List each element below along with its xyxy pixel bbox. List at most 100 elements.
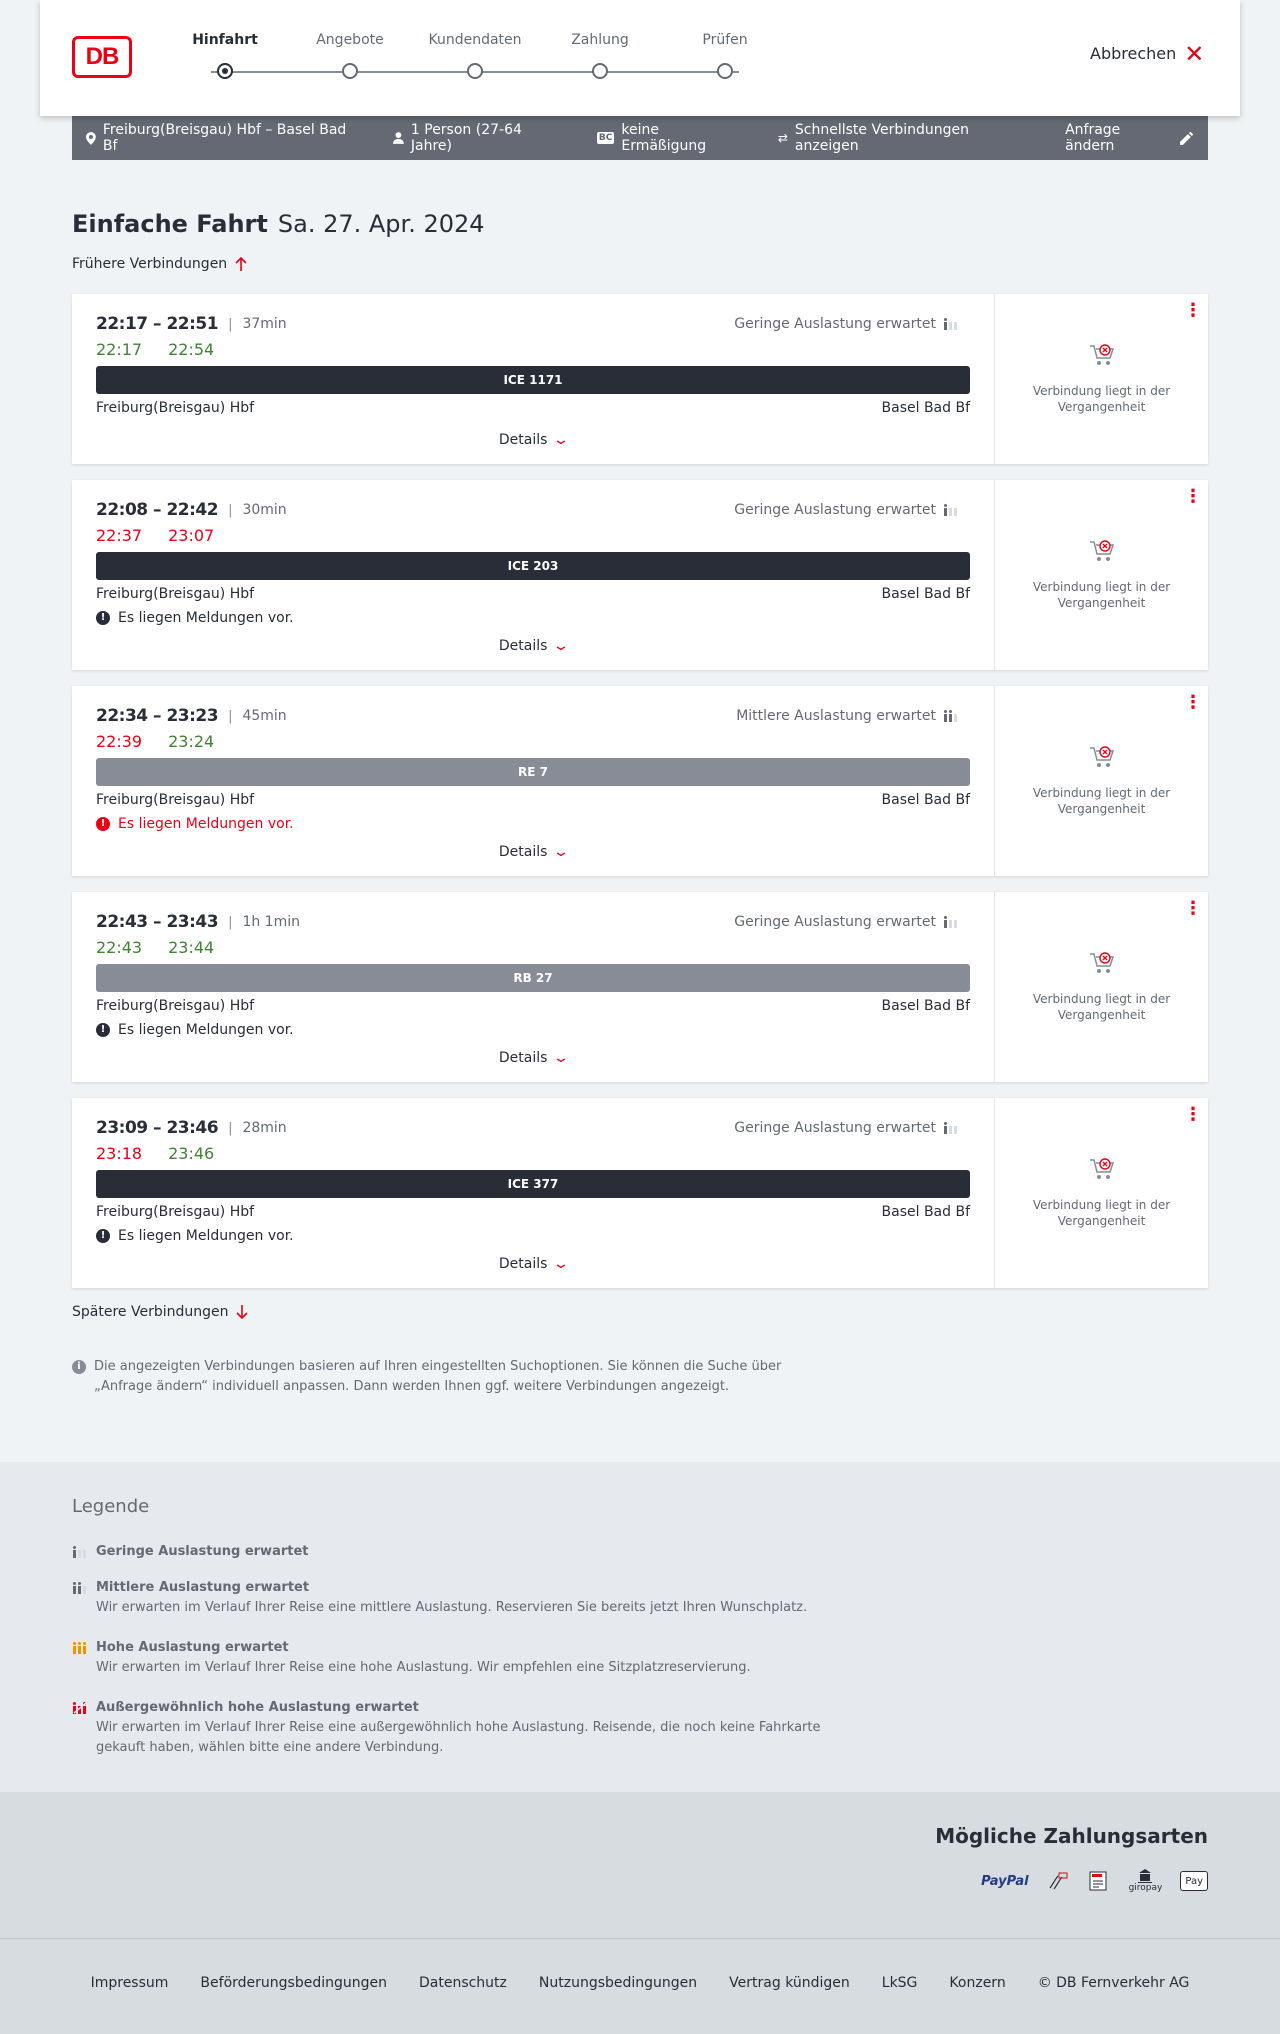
later-connections-link[interactable]: Spätere Verbindungen: [72, 1304, 249, 1320]
train-bar[interactable]: ICE 377: [96, 1170, 970, 1198]
load-indicator: Mittlere Auslastung erwartet: [736, 708, 958, 724]
realtime-departure: 22:37: [96, 526, 143, 545]
step-label: Prüfen: [702, 32, 748, 48]
edit-request-button[interactable]: Anfrage ändern: [1065, 122, 1194, 154]
alert-icon: !: [96, 817, 110, 831]
chevron-down-icon: ⌄: [552, 1256, 571, 1272]
destination-station: Basel Bad Bf: [881, 792, 970, 808]
origin-station: Freiburg(Breisgau) Hbf: [96, 1204, 255, 1220]
step-label: Zahlung: [571, 32, 629, 48]
footer-link-vertrag-kuendigen[interactable]: Vertrag kündigen: [729, 1975, 850, 1991]
chevron-down-icon: ⌄: [552, 432, 571, 448]
page-title: Einfache Fahrt Sa. 27. Apr. 2024: [72, 210, 485, 238]
load-text: Geringe Auslastung erwartet: [734, 316, 936, 332]
legend-item-high: Hohe Auslastung erwartet Wir erwarten im…: [72, 1638, 832, 1678]
earlier-connections-link[interactable]: Frühere Verbindungen: [72, 256, 247, 272]
past-status: Verbindung liegt in der Vergangenheit: [1032, 786, 1171, 816]
summary-route: Freiburg(Breisgau) Hbf – Basel Bad Bf: [86, 122, 361, 154]
footer-link-impressum[interactable]: Impressum: [91, 1975, 169, 1991]
connection-times: 23:09 – 23:46 | 28min: [96, 1118, 287, 1138]
footer-link-konzern[interactable]: Konzern: [949, 1975, 1005, 1991]
realtime-arrival: 23:44: [168, 938, 215, 957]
step-zahlung[interactable]: Zahlung: [545, 30, 655, 79]
legend-item-very-high: Außergewöhnlich hohe Auslastung erwartet…: [72, 1698, 832, 1758]
past-status: Verbindung liegt in der Vergangenheit: [1032, 580, 1171, 610]
stations: Freiburg(Breisgau) Hbf Basel Bad Bf: [96, 792, 970, 808]
edit-label: Anfrage ändern: [1065, 122, 1121, 154]
more-options-icon[interactable]: ⋮: [1184, 302, 1202, 320]
connection-card[interactable]: 23:09 – 23:46 | 28min Geringe Auslastung…: [72, 1098, 1208, 1288]
duration: 28min: [242, 1120, 287, 1136]
load-text: Mittlere Auslastung erwartet: [736, 708, 936, 724]
booking-stepper: Hinfahrt Angebote Kundendaten Zahlung Pr…: [170, 30, 780, 90]
step-dot: [342, 63, 358, 79]
load-indicator: Geringe Auslastung erwartet: [734, 316, 958, 332]
connection-card[interactable]: 22:43 – 23:43 | 1h 1min Geringe Auslastu…: [72, 892, 1208, 1082]
info-notice: i Die angezeigten Verbindungen basieren …: [72, 1357, 832, 1397]
chevron-down-icon: ⌄: [552, 638, 571, 654]
footer-link-befoerderungsbedingungen[interactable]: Beförderungsbedingungen: [200, 1975, 387, 1991]
message-text: Es liegen Meldungen vor.: [118, 1228, 294, 1244]
legend-item-medium: Mittlere Auslastung erwartet Wir erwarte…: [72, 1578, 832, 1618]
step-kundendaten[interactable]: Kundendaten: [420, 30, 530, 79]
summary-discount: BC keine Ermäßigung: [596, 122, 746, 154]
load-indicator: Geringe Auslastung erwartet: [734, 1120, 958, 1136]
origin-station: Freiburg(Breisgau) Hbf: [96, 400, 255, 416]
booking-panel: ⋮ Verbindung liegt in der Vergangenheit: [994, 686, 1208, 876]
realtime-times: 22:37 23:07: [96, 526, 214, 545]
giropay-text: giropay: [1128, 1883, 1163, 1893]
medium-load-icon: [73, 1582, 86, 1594]
train-bar[interactable]: ICE 203: [96, 552, 970, 580]
step-pruefen[interactable]: Prüfen: [670, 30, 780, 79]
details-toggle[interactable]: Details ⌄: [96, 638, 970, 654]
footer-link-datenschutz[interactable]: Datenschutz: [419, 1975, 507, 1991]
summary-option: ⇄ Schnellste Verbindungen anzeigen: [778, 122, 1033, 154]
connection-card[interactable]: 22:08 – 22:42 | 30min Geringe Auslastung…: [72, 480, 1208, 670]
cancel-button[interactable]: Abbrechen ✕: [1090, 39, 1240, 68]
cancel-label: Abbrechen: [1090, 44, 1177, 63]
train-bar[interactable]: RB 27: [96, 964, 970, 992]
destination-station: Basel Bad Bf: [881, 400, 970, 416]
legend-title: Legende: [72, 1496, 150, 1517]
step-angebote[interactable]: Angebote: [295, 30, 405, 79]
footer-link-nutzungsbedingungen[interactable]: Nutzungsbedingungen: [539, 1975, 697, 1991]
low-load-icon: [944, 318, 957, 330]
trip-date: Sa. 27. Apr. 2024: [277, 210, 485, 238]
more-options-icon[interactable]: ⋮: [1184, 694, 1202, 712]
step-hinfahrt[interactable]: Hinfahrt: [170, 30, 280, 79]
apple-pay-text: Pay: [1185, 1875, 1203, 1887]
paypal-text: PayPal: [981, 1873, 1029, 1889]
details-toggle[interactable]: Details ⌄: [96, 844, 970, 860]
duration: 37min: [242, 316, 287, 332]
booking-panel: ⋮ Verbindung liegt in der Vergangenheit: [994, 294, 1208, 464]
realtime-times: 22:43 23:44: [96, 938, 214, 957]
legend-item-title: Mittlere Auslastung erwartet: [96, 1580, 310, 1595]
more-options-icon[interactable]: ⋮: [1184, 1106, 1202, 1124]
credit-card-icon: [1049, 1872, 1068, 1890]
details-label: Details: [498, 844, 548, 860]
close-icon: ✕: [1184, 39, 1205, 68]
earlier-label: Frühere Verbindungen: [72, 256, 228, 272]
legend-item-title: Geringe Auslastung erwartet: [96, 1544, 309, 1559]
details-toggle[interactable]: Details ⌄: [96, 432, 970, 448]
chevron-down-icon: ⌄: [552, 1050, 571, 1066]
details-label: Details: [498, 1050, 548, 1066]
scheduled-times: 22:08 – 22:42: [96, 500, 219, 520]
train-bar[interactable]: RE 7: [96, 758, 970, 786]
db-logo[interactable]: DB: [72, 36, 132, 78]
pencil-icon: [1180, 131, 1194, 145]
more-options-icon[interactable]: ⋮: [1184, 488, 1202, 506]
booking-panel: ⋮ Verbindung liegt in der Vergangenheit: [994, 480, 1208, 670]
low-load-icon: [944, 504, 957, 516]
more-options-icon[interactable]: ⋮: [1184, 900, 1202, 918]
realtime-departure: 22:39: [96, 732, 143, 751]
details-toggle[interactable]: Details ⌄: [96, 1256, 970, 1272]
footer-link-lksg[interactable]: LkSG: [882, 1975, 918, 1991]
step-dot: [467, 63, 483, 79]
details-toggle[interactable]: Details ⌄: [96, 1050, 970, 1066]
connection-card[interactable]: 22:34 – 23:23 | 45min Mittlere Auslastun…: [72, 686, 1208, 876]
train-bar[interactable]: ICE 1171: [96, 366, 970, 394]
giropay-icon: [1138, 1869, 1153, 1883]
payment-logos: PayPal giropay Pay: [981, 1866, 1208, 1896]
connection-card[interactable]: 22:17 – 22:51 | 37min Geringe Auslastung…: [72, 294, 1208, 464]
